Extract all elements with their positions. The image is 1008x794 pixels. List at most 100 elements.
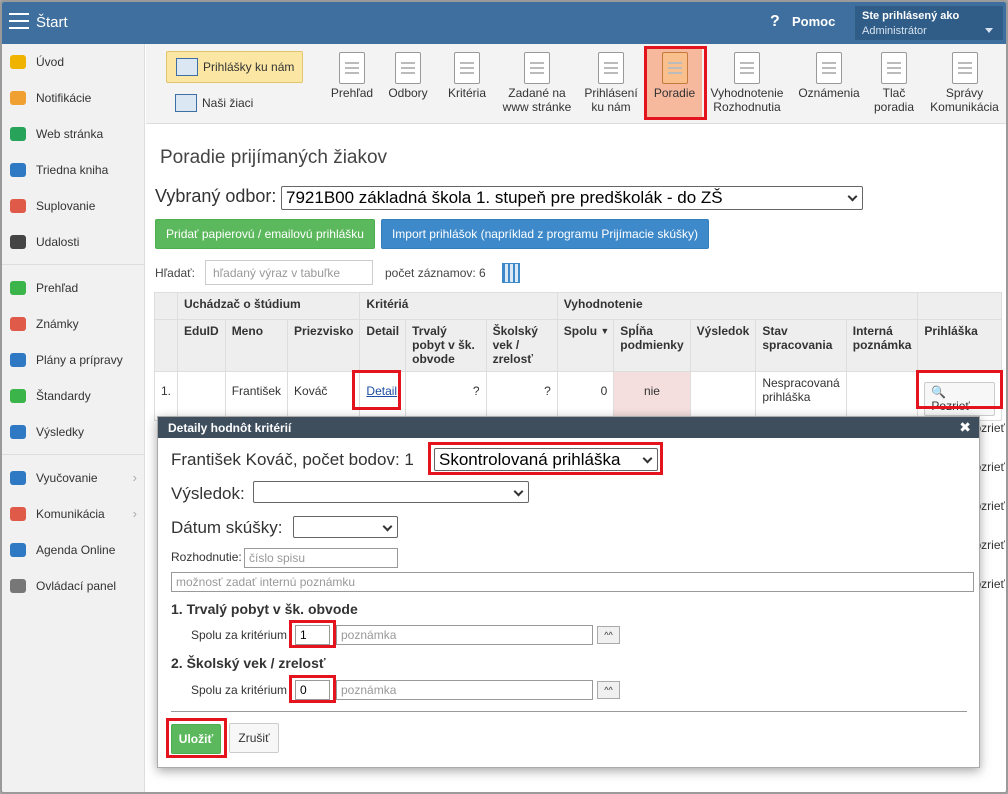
- messages-icon: [951, 52, 978, 84]
- tool-button[interactable]: Prehľad: [322, 48, 382, 120]
- app-window: Štart ? Pomoc Ste prihlásený ako Adminis…: [0, 0, 1008, 794]
- internal-note-input[interactable]: možnosť zadať internú poznámku: [171, 572, 974, 592]
- nasi-ziaci-button[interactable]: Naši žiaci: [166, 89, 303, 117]
- tool-button[interactable]: Tlač poradia: [868, 48, 920, 120]
- column-header-label: Spolu: [563, 324, 598, 338]
- sidebar-item[interactable]: Ovládací panel: [2, 572, 145, 600]
- odbor-select[interactable]: 7921B00 základná škola 1. stupeň pre pre…: [281, 186, 863, 210]
- criterion-2-spolu-label: Spolu za kritérium: [191, 683, 288, 697]
- sidebar-item[interactable]: Agenda Online: [2, 536, 145, 564]
- app-title[interactable]: Štart: [36, 14, 68, 31]
- column-header[interactable]: Školský vek / zrelosť: [485, 319, 558, 372]
- sidebar-item-label: Plány a prípravy: [36, 353, 123, 367]
- school-icon: [176, 58, 198, 76]
- prihlasky-ku-nam-button[interactable]: Prihlášky ku nám: [166, 51, 303, 83]
- column-header[interactable]: EduID: [177, 319, 226, 372]
- highlight-detail: [352, 370, 401, 410]
- book-open-icon: [10, 471, 26, 485]
- column-header[interactable]: Prihláška: [917, 319, 1002, 372]
- chevron-up-icon[interactable]: ^^: [597, 626, 620, 644]
- last-name-cell: Kováč: [287, 371, 361, 421]
- chevron-down-icon: [513, 486, 524, 497]
- chevron-down-icon: [847, 191, 858, 202]
- highlight-save: [166, 718, 227, 758]
- search-label: Hľadať:: [155, 266, 196, 280]
- check-circle-icon: [10, 281, 26, 295]
- sidebar-item-label: Komunikácia: [36, 507, 105, 521]
- help-link[interactable]: Pomoc: [792, 14, 835, 29]
- sidebar-item[interactable]: Úvod: [2, 48, 145, 76]
- column-header[interactable]: Interná poznámka: [845, 319, 919, 372]
- sidebar-item[interactable]: Prehľad: [2, 274, 145, 302]
- tool-button[interactable]: Oznámenia: [793, 48, 865, 120]
- column-header[interactable]: Spolu ▼: [556, 319, 615, 372]
- highlight-poradie: [644, 46, 707, 120]
- sidebar-divider: [2, 264, 145, 265]
- column-header[interactable]: Spĺňa podmienky: [613, 319, 691, 372]
- sidebar-item-label: Web stránka: [36, 127, 104, 141]
- highlight-criterion-1: [289, 620, 336, 648]
- home-icon: [10, 127, 26, 141]
- group-header: Vyhodnotenie: [556, 292, 919, 320]
- calendar-icon: [10, 235, 26, 249]
- sidebar-item-label: Štandardy: [36, 389, 91, 403]
- help-icon[interactable]: ?: [770, 13, 780, 31]
- column-header[interactable]: Stav spracovania: [755, 319, 847, 372]
- overview-icon: [339, 52, 365, 84]
- sidebar-item-label: Prehľad: [36, 281, 79, 295]
- tool-button[interactable]: Správy Komunikácia: [927, 48, 1002, 120]
- sidebar-item[interactable]: Plány a prípravy: [2, 346, 145, 374]
- certificate-icon: [734, 52, 760, 84]
- sidebar-item[interactable]: Vyučovanie ›: [2, 464, 145, 492]
- sidebar-item-label: Úvod: [36, 55, 65, 69]
- vysledok-select[interactable]: [253, 481, 529, 503]
- chevron-up-icon[interactable]: ^^: [597, 681, 620, 699]
- import-applications-button[interactable]: Import prihlášok (napríklad z programu P…: [381, 219, 709, 249]
- rozhodnutie-input[interactable]: číslo spisu: [244, 548, 398, 568]
- tool-label: Odbory: [388, 86, 428, 100]
- highlight-pozriet: [916, 370, 1003, 409]
- sidebar-item-label: Výsledky: [36, 425, 85, 439]
- column-header[interactable]: Detail: [359, 319, 407, 372]
- row-number: 1.: [153, 371, 179, 421]
- page-title: Poradie prijímaných žiakov: [160, 147, 388, 168]
- poznamka-cell: [845, 371, 919, 421]
- column-header[interactable]: Priezvisko: [287, 319, 361, 372]
- tool-button[interactable]: Odbory: [383, 48, 433, 120]
- group-header: [917, 292, 1002, 320]
- sidebar-item[interactable]: Komunikácia ›: [2, 500, 145, 528]
- sidebar-item[interactable]: Udalosti: [2, 228, 145, 256]
- sidebar-item[interactable]: Notifikácie: [2, 84, 145, 112]
- sidebar-item[interactable]: Štandardy: [2, 382, 145, 410]
- criterion-1-note-input[interactable]: poznámka: [336, 625, 593, 645]
- menu-icon[interactable]: [9, 13, 29, 29]
- datum-select[interactable]: [293, 516, 398, 538]
- sidebar-item[interactable]: Web stránka: [2, 120, 145, 148]
- criterion-2-note-input[interactable]: poznámka: [336, 680, 593, 700]
- column-header[interactable]: Trvalý pobyt v šk. obvode: [405, 319, 487, 372]
- add-application-button[interactable]: Pridať papierovú / emailovú prihlášku: [155, 219, 375, 249]
- sidebar-item[interactable]: Suplovanie: [2, 192, 145, 220]
- tool-label: Vyhodnotenie Rozhodnutia: [710, 86, 784, 114]
- criteria-dialog: Detaily hodnôt kritérií ✖ František Ková…: [157, 416, 980, 768]
- columns-icon[interactable]: [502, 263, 520, 283]
- clock-icon: [816, 52, 842, 84]
- tool-button[interactable]: Vyhodnotenie Rozhodnutia: [706, 48, 788, 120]
- applicants-table: Uchádzač o štúdium Kritériá Vyhodnotenie…: [153, 292, 1002, 421]
- sidebar-item[interactable]: Triedna kniha: [2, 156, 145, 184]
- tool-button[interactable]: Prihlásení ku nám: [579, 48, 643, 120]
- search-input[interactable]: hľadaný výraz v tabuľke: [205, 260, 373, 285]
- tool-button[interactable]: Kritéria: [438, 48, 496, 120]
- close-icon[interactable]: ✖: [959, 419, 971, 436]
- top-bar: Štart ? Pomoc Ste prihlásený ako Adminis…: [2, 2, 1006, 44]
- cancel-button[interactable]: Zrušiť: [229, 723, 279, 753]
- sidebar-item[interactable]: Známky: [2, 310, 145, 338]
- sidebar-item[interactable]: Výsledky: [2, 418, 145, 446]
- column-header[interactable]: Meno: [224, 319, 289, 372]
- column-header[interactable]: Výsledok: [689, 319, 757, 372]
- tool-button[interactable]: Zadané na www stránke: [498, 48, 576, 120]
- user-menu[interactable]: Ste prihlásený ako Administrátor: [855, 6, 1003, 40]
- sidebar: Úvod Notifikácie Web stránka Triedna kniha S…: [2, 44, 145, 792]
- odbor-label: Vybraný odbor:: [155, 186, 277, 206]
- web-icon: [524, 52, 550, 84]
